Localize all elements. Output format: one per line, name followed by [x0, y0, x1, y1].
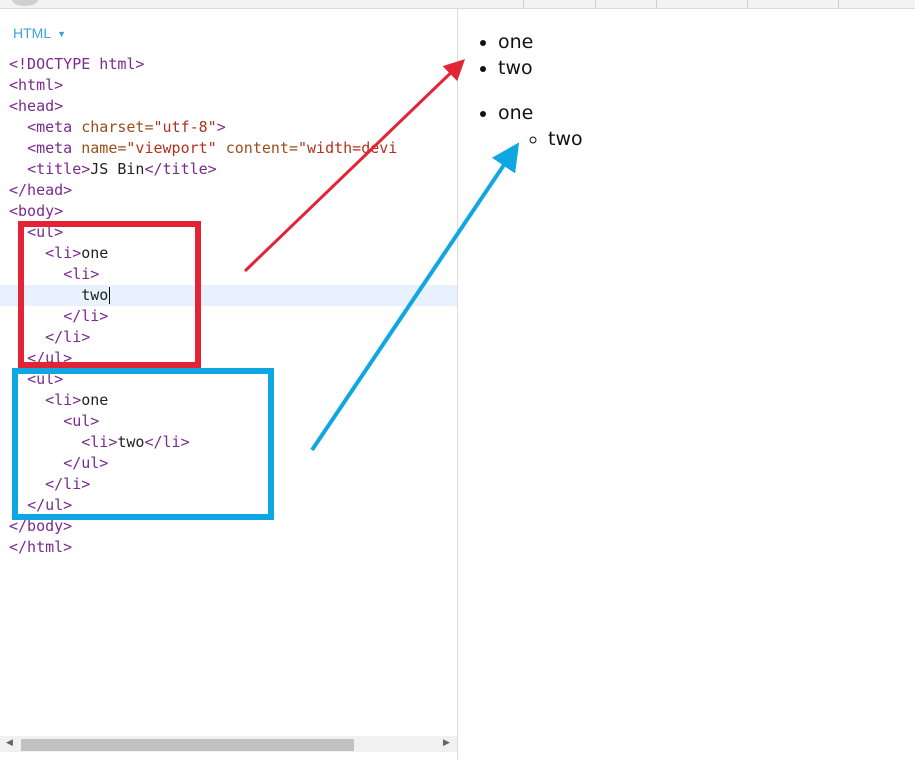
- code-token: <ul>: [63, 412, 100, 430]
- code-token: name=: [81, 139, 127, 157]
- toolbar-tab-divider: [838, 0, 839, 8]
- code-line[interactable]: <meta name="viewport" content="width=dev…: [0, 138, 457, 159]
- language-label: HTML: [13, 25, 52, 41]
- code-line[interactable]: </li>: [0, 306, 457, 327]
- code-token: two: [117, 433, 145, 451]
- code-line[interactable]: </li>: [0, 327, 457, 348]
- code-token: <ul>: [27, 370, 64, 388]
- code-line[interactable]: </li>: [0, 474, 457, 495]
- toolbar-logo-icon[interactable]: [12, 0, 38, 6]
- text-cursor: [109, 287, 111, 304]
- code-token: <!DOCTYPE html>: [9, 55, 145, 73]
- list-item: two: [498, 55, 533, 81]
- top-toolbar-strip: [0, 0, 915, 9]
- code-token: <meta: [27, 118, 82, 136]
- list-item: one: [498, 29, 533, 55]
- html-editor-panel[interactable]: HTML ▼ <!DOCTYPE html> <html> <head> <meta …: [0, 9, 458, 760]
- code-token: <meta: [27, 139, 82, 157]
- horizontal-scrollbar[interactable]: ◀ ▶: [0, 736, 457, 752]
- output-preview-panel: one two one two: [458, 9, 915, 760]
- scrollbar-thumb[interactable]: [21, 739, 354, 751]
- code-token: "width=devi: [298, 139, 398, 157]
- code-token: <li>: [81, 433, 118, 451]
- preview-list-flat: one two: [498, 29, 533, 81]
- code-line[interactable]: <ul>: [0, 369, 457, 390]
- code-line[interactable]: <head>: [0, 96, 457, 117]
- toolbar-tab-divider: [656, 0, 657, 8]
- code-area[interactable]: <!DOCTYPE html> <html> <head> <meta charse…: [0, 54, 457, 558]
- code-line[interactable]: </ul>: [0, 453, 457, 474]
- code-token: </li>: [144, 433, 190, 451]
- nested-list: two: [548, 126, 583, 152]
- code-line[interactable]: <li>one: [0, 243, 457, 264]
- code-token: <head>: [9, 97, 64, 115]
- code-line[interactable]: <body>: [0, 201, 457, 222]
- code-token: </title>: [144, 160, 217, 178]
- toolbar-tab-divider: [595, 0, 596, 8]
- scroll-right-arrow-icon[interactable]: ▶: [443, 738, 450, 748]
- code-line[interactable]: <li>one: [0, 390, 457, 411]
- list-item: one two: [498, 100, 583, 150]
- code-token: </head>: [9, 181, 73, 199]
- code-token: "utf-8": [153, 118, 217, 136]
- code-line[interactable]: </ul>: [0, 348, 457, 369]
- code-token: </ul>: [63, 454, 109, 472]
- code-line[interactable]: <ul>: [0, 411, 457, 432]
- code-token: <html>: [9, 76, 64, 94]
- code-line[interactable]: </head>: [0, 180, 457, 201]
- code-line[interactable]: <html>: [0, 75, 457, 96]
- code-line[interactable]: <meta charset="utf-8">: [0, 117, 457, 138]
- code-token: </html>: [9, 538, 73, 556]
- list-item-text: one: [498, 102, 534, 124]
- code-token: one: [81, 244, 109, 262]
- toolbar-tab-divider: [523, 0, 524, 8]
- code-line[interactable]: </body>: [0, 516, 457, 537]
- code-token: </li>: [45, 328, 91, 346]
- code-token: <li>: [63, 265, 100, 283]
- code-token: charset=: [81, 118, 154, 136]
- code-token: >: [216, 118, 226, 136]
- code-token: <body>: [9, 202, 64, 220]
- code-token: </ul>: [27, 496, 73, 514]
- code-line[interactable]: <!DOCTYPE html>: [0, 54, 457, 75]
- code-token: JS Bin: [90, 160, 145, 178]
- code-token: </body>: [9, 517, 73, 535]
- code-line[interactable]: two: [0, 285, 457, 306]
- code-line[interactable]: <li>: [0, 264, 457, 285]
- code-line[interactable]: </html>: [0, 537, 457, 558]
- code-token: </ul>: [27, 349, 73, 367]
- code-token: one: [81, 391, 109, 409]
- code-line[interactable]: <ul>: [0, 222, 457, 243]
- code-token: <ul>: [27, 223, 64, 241]
- code-token: two: [81, 286, 109, 304]
- code-line[interactable]: <title>JS Bin</title>: [0, 159, 457, 180]
- code-token: </li>: [63, 307, 109, 325]
- code-token: <li>: [45, 244, 82, 262]
- code-line[interactable]: <li>two</li>: [0, 432, 457, 453]
- scroll-left-arrow-icon[interactable]: ◀: [6, 738, 13, 748]
- code-line[interactable]: </ul>: [0, 495, 457, 516]
- preview-list-nested: one two: [498, 100, 583, 150]
- nested-list-item: two: [548, 126, 583, 152]
- code-token: "viewport": [126, 139, 217, 157]
- code-token: <title>: [27, 160, 91, 178]
- code-token: </li>: [45, 475, 91, 493]
- toolbar-tab-divider: [747, 0, 748, 8]
- code-token: <li>: [45, 391, 82, 409]
- caret-down-icon: ▼: [57, 29, 67, 39]
- language-selector[interactable]: HTML ▼: [13, 25, 66, 41]
- code-token: content=: [216, 139, 298, 157]
